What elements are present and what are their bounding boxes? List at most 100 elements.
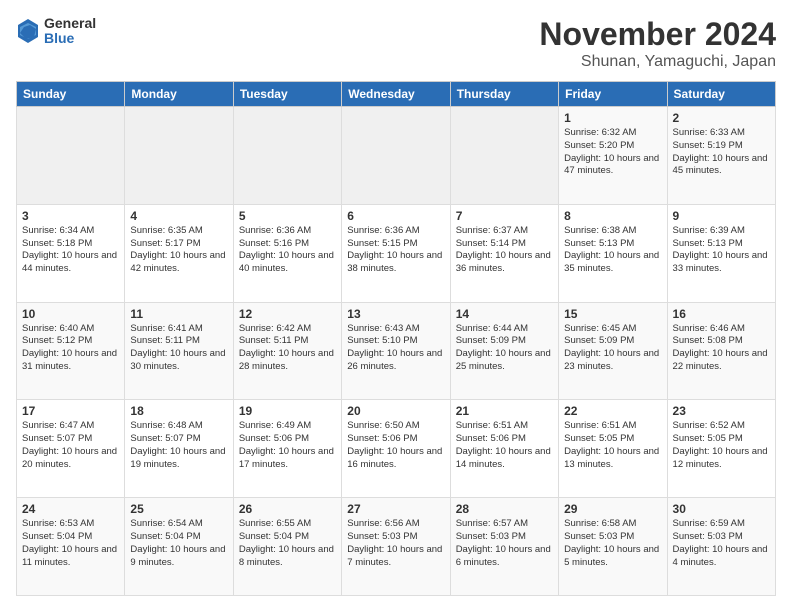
day-number: 11 [130,307,227,321]
day-info: Sunrise: 6:33 AM Sunset: 5:19 PM Dayligh… [673,127,770,178]
day-number: 22 [564,404,661,418]
day-number: 30 [673,502,770,516]
day-number: 25 [130,502,227,516]
day-info: Sunrise: 6:48 AM Sunset: 5:07 PM Dayligh… [130,420,227,471]
day-cell: 10Sunrise: 6:40 AM Sunset: 5:12 PM Dayli… [17,302,125,400]
day-number: 27 [347,502,444,516]
day-info: Sunrise: 6:56 AM Sunset: 5:03 PM Dayligh… [347,518,444,569]
day-cell: 18 Sunrise: 6:48 AM Sunset: 5:07 PM Dayli… [125,400,233,498]
day-cell: 13 Sunrise: 6:43 AM Sunset: 5:10 PM Dayli… [342,302,450,400]
day-cell: 16 Sunrise: 6:46 AM Sunset: 5:08 PM Dayli… [667,302,775,400]
day-number: 24 [22,502,119,516]
logo-general-text: General [44,16,96,31]
day-cell: 9 Sunrise: 6:39 AM Sunset: 5:13 PM Daylig… [667,204,775,302]
day-cell: 14 Sunrise: 6:44 AM Sunset: 5:09 PM Dayli… [450,302,558,400]
location: Shunan, Yamaguchi, Japan [539,53,776,71]
day-number: 16 [673,307,770,321]
day-cell: 25 Sunrise: 6:54 AM Sunset: 5:04 PM Dayli… [125,498,233,596]
logo-blue-text: Blue [44,31,96,46]
day-number: 12 [239,307,336,321]
day-cell: 2 Sunrise: 6:33 AM Sunset: 5:19 PM Daylig… [667,107,775,205]
week-row-2: 10Sunrise: 6:40 AM Sunset: 5:12 PM Dayli… [17,302,776,400]
day-cell: 1Sunrise: 6:32 AM Sunset: 5:20 PM Daylig… [559,107,667,205]
day-info: Sunrise: 6:41 AM Sunset: 5:11 PM Dayligh… [130,323,227,374]
day-cell: 12 Sunrise: 6:42 AM Sunset: 5:11 PM Dayli… [233,302,341,400]
day-info: Sunrise: 6:58 AM Sunset: 5:03 PM Dayligh… [564,518,661,569]
day-number: 10 [22,307,119,321]
day-info: Sunrise: 6:51 AM Sunset: 5:06 PM Dayligh… [456,420,553,471]
day-cell [450,107,558,205]
day-info: Sunrise: 6:35 AM Sunset: 5:17 PM Dayligh… [130,225,227,276]
day-number: 29 [564,502,661,516]
logo-text: General Blue [44,16,96,47]
calendar-table: SundayMondayTuesdayWednesdayThursdayFrid… [16,81,776,596]
day-header-sunday: Sunday [17,82,125,107]
day-info: Sunrise: 6:39 AM Sunset: 5:13 PM Dayligh… [673,225,770,276]
day-number: 1 [564,111,661,125]
day-cell: 19Sunrise: 6:49 AM Sunset: 5:06 PM Dayli… [233,400,341,498]
day-cell: 4 Sunrise: 6:35 AM Sunset: 5:17 PM Daylig… [125,204,233,302]
day-number: 18 [130,404,227,418]
day-info: Sunrise: 6:43 AM Sunset: 5:10 PM Dayligh… [347,323,444,374]
day-number: 5 [239,209,336,223]
day-cell: 7 Sunrise: 6:37 AM Sunset: 5:14 PM Daylig… [450,204,558,302]
day-number: 14 [456,307,553,321]
day-number: 21 [456,404,553,418]
day-cell: 3Sunrise: 6:34 AM Sunset: 5:18 PM Daylig… [17,204,125,302]
day-cell: 6Sunrise: 6:36 AM Sunset: 5:15 PM Daylig… [342,204,450,302]
day-cell: 21 Sunrise: 6:51 AM Sunset: 5:06 PM Dayli… [450,400,558,498]
week-row-0: 1Sunrise: 6:32 AM Sunset: 5:20 PM Daylig… [17,107,776,205]
day-info: Sunrise: 6:42 AM Sunset: 5:11 PM Dayligh… [239,323,336,374]
day-number: 8 [564,209,661,223]
week-row-3: 17 Sunrise: 6:47 AM Sunset: 5:07 PM Dayli… [17,400,776,498]
day-header-saturday: Saturday [667,82,775,107]
logo: General Blue [16,16,96,47]
day-cell [125,107,233,205]
header-row: SundayMondayTuesdayWednesdayThursdayFrid… [17,82,776,107]
week-row-1: 3Sunrise: 6:34 AM Sunset: 5:18 PM Daylig… [17,204,776,302]
day-info: Sunrise: 6:57 AM Sunset: 5:03 PM Dayligh… [456,518,553,569]
day-number: 2 [673,111,770,125]
day-cell: 27 Sunrise: 6:56 AM Sunset: 5:03 PM Dayli… [342,498,450,596]
day-info: Sunrise: 6:59 AM Sunset: 5:03 PM Dayligh… [673,518,770,569]
day-info: Sunrise: 6:38 AM Sunset: 5:13 PM Dayligh… [564,225,661,276]
day-cell: 28 Sunrise: 6:57 AM Sunset: 5:03 PM Dayli… [450,498,558,596]
day-info: Sunrise: 6:50 AM Sunset: 5:06 PM Dayligh… [347,420,444,471]
day-info: Sunrise: 6:54 AM Sunset: 5:04 PM Dayligh… [130,518,227,569]
day-cell: 23Sunrise: 6:52 AM Sunset: 5:05 PM Dayli… [667,400,775,498]
day-info: Sunrise: 6:51 AM Sunset: 5:05 PM Dayligh… [564,420,661,471]
day-info: Sunrise: 6:52 AM Sunset: 5:05 PM Dayligh… [673,420,770,471]
day-info: Sunrise: 6:55 AM Sunset: 5:04 PM Dayligh… [239,518,336,569]
day-cell: 8 Sunrise: 6:38 AM Sunset: 5:13 PM Daylig… [559,204,667,302]
day-number: 20 [347,404,444,418]
day-cell: 5 Sunrise: 6:36 AM Sunset: 5:16 PM Daylig… [233,204,341,302]
day-info: Sunrise: 6:44 AM Sunset: 5:09 PM Dayligh… [456,323,553,374]
day-number: 28 [456,502,553,516]
header: General Blue November 2024 Shunan, Yamag… [16,16,776,71]
day-header-tuesday: Tuesday [233,82,341,107]
day-cell: 22 Sunrise: 6:51 AM Sunset: 5:05 PM Dayli… [559,400,667,498]
day-cell: 20 Sunrise: 6:50 AM Sunset: 5:06 PM Dayli… [342,400,450,498]
day-cell: 29 Sunrise: 6:58 AM Sunset: 5:03 PM Dayli… [559,498,667,596]
day-number: 9 [673,209,770,223]
day-cell: 15 Sunrise: 6:45 AM Sunset: 5:09 PM Dayli… [559,302,667,400]
day-info: Sunrise: 6:45 AM Sunset: 5:09 PM Dayligh… [564,323,661,374]
day-cell: 30 Sunrise: 6:59 AM Sunset: 5:03 PM Dayli… [667,498,775,596]
day-number: 4 [130,209,227,223]
week-row-4: 24Sunrise: 6:53 AM Sunset: 5:04 PM Dayli… [17,498,776,596]
day-cell: 26Sunrise: 6:55 AM Sunset: 5:04 PM Dayli… [233,498,341,596]
day-info: Sunrise: 6:34 AM Sunset: 5:18 PM Dayligh… [22,225,119,276]
day-number: 13 [347,307,444,321]
day-info: Sunrise: 6:46 AM Sunset: 5:08 PM Dayligh… [673,323,770,374]
day-header-wednesday: Wednesday [342,82,450,107]
day-cell: 17 Sunrise: 6:47 AM Sunset: 5:07 PM Dayli… [17,400,125,498]
day-info: Sunrise: 6:36 AM Sunset: 5:16 PM Dayligh… [239,225,336,276]
day-header-thursday: Thursday [450,82,558,107]
day-header-friday: Friday [559,82,667,107]
day-number: 7 [456,209,553,223]
day-number: 15 [564,307,661,321]
day-info: Sunrise: 6:37 AM Sunset: 5:14 PM Dayligh… [456,225,553,276]
day-number: 17 [22,404,119,418]
day-cell: 24Sunrise: 6:53 AM Sunset: 5:04 PM Dayli… [17,498,125,596]
day-info: Sunrise: 6:47 AM Sunset: 5:07 PM Dayligh… [22,420,119,471]
